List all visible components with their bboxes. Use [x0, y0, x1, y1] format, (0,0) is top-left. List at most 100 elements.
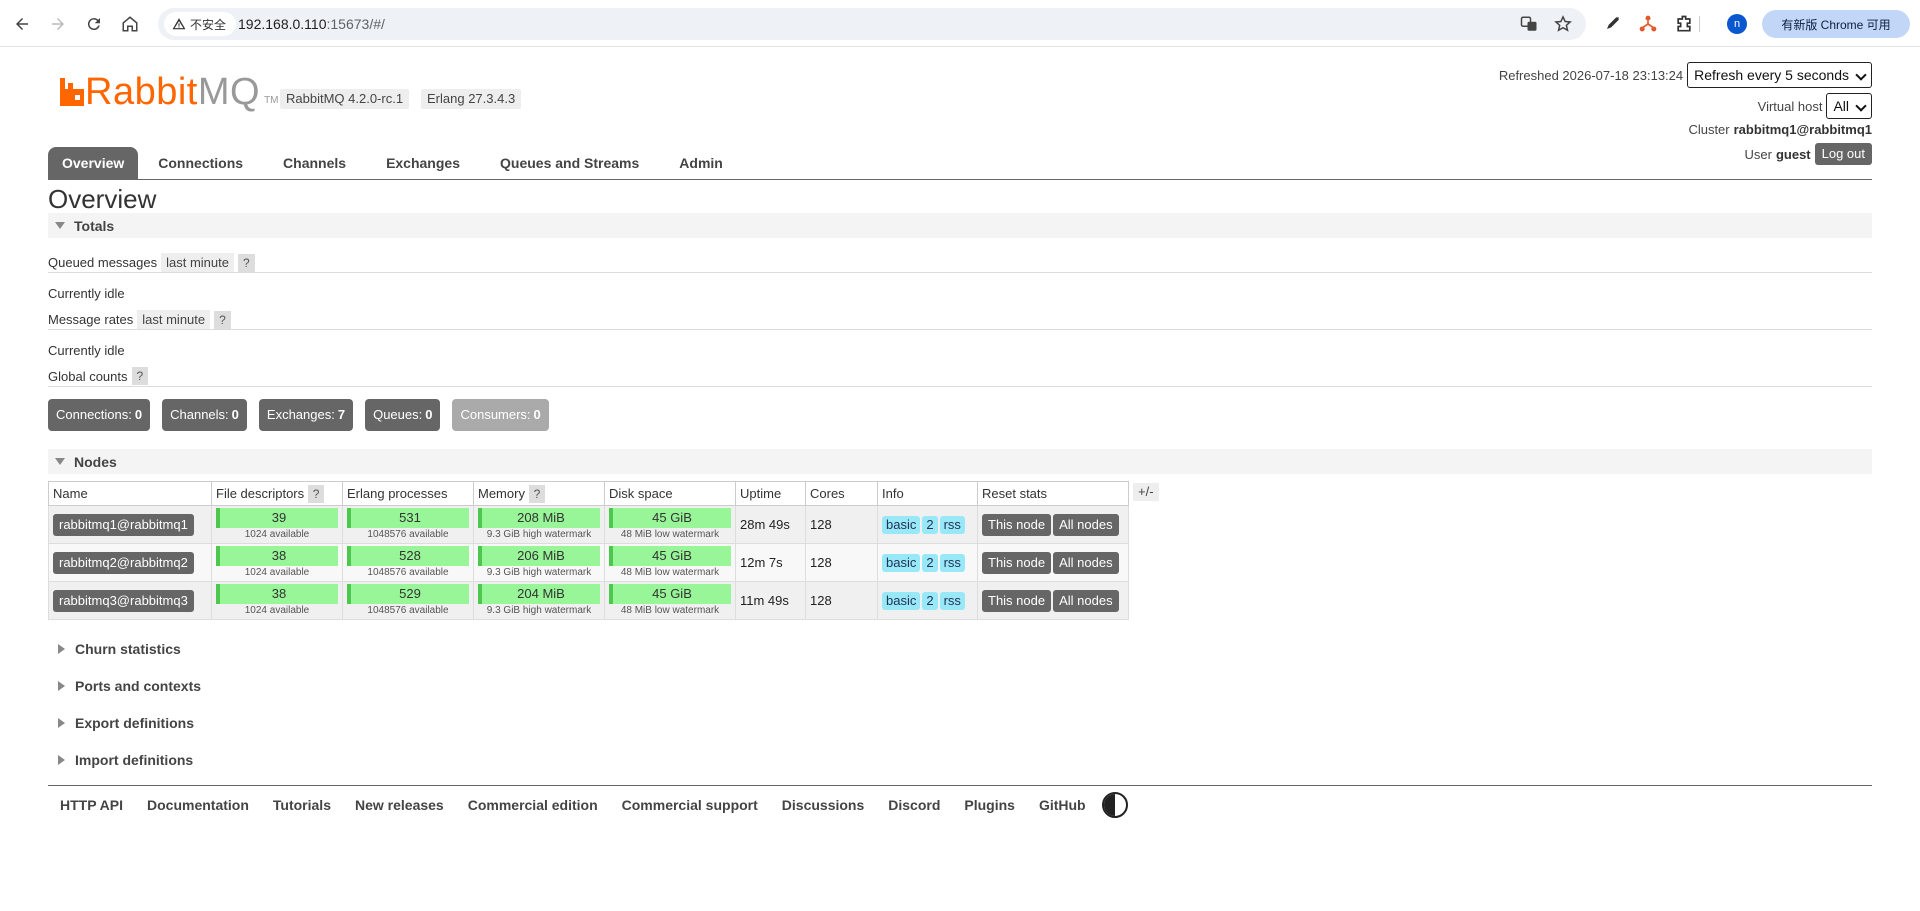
tab-admin[interactable]: Admin	[659, 147, 743, 179]
tab-channels[interactable]: Channels	[263, 147, 366, 179]
fd-cell: 38 1024 available	[211, 581, 343, 620]
reset-all-nodes-button[interactable]: All nodes	[1053, 589, 1119, 612]
footer-documentation[interactable]: Documentation	[147, 797, 249, 813]
queued-messages-help[interactable]: ?	[238, 253, 255, 272]
message-rates-help[interactable]: ?	[214, 310, 231, 329]
column-toggle-button[interactable]: +/-	[1133, 483, 1159, 501]
forward-icon[interactable]	[46, 12, 70, 36]
totals-section-toggle[interactable]: Totals	[48, 213, 1872, 238]
home-icon[interactable]	[118, 12, 142, 36]
nodes-section-toggle[interactable]: Nodes	[48, 449, 1872, 474]
memory-help[interactable]: ?	[528, 485, 546, 503]
import-definitions-toggle[interactable]: Import definitions	[48, 748, 193, 772]
node-name-link[interactable]: rabbitmq2@rabbitmq2	[53, 551, 194, 574]
reset-this-node-button[interactable]: This node	[982, 513, 1052, 536]
disk-cell: 45 GiB 48 MiB low watermark	[604, 505, 736, 544]
fd-meter: 39	[216, 508, 338, 528]
node-name-link[interactable]: rabbitmq3@rabbitmq3	[53, 589, 194, 612]
mem-cell: 204 MiB 9.3 GiB high watermark	[473, 581, 605, 620]
disk-meter: 45 GiB	[609, 546, 731, 566]
consumers-count[interactable]: Consumers: 0	[452, 399, 549, 431]
rabbitmq-logo-icon	[60, 78, 84, 106]
tab-overview[interactable]: Overview	[48, 147, 139, 179]
ports-and-contexts-toggle[interactable]: Ports and contexts	[48, 674, 201, 698]
eyedropper-icon[interactable]	[1602, 14, 1622, 34]
exchanges-count[interactable]: Exchanges: 7	[258, 399, 354, 431]
refreshed-timestamp: Refreshed 2026-07-18 23:13:24	[1498, 67, 1684, 83]
back-icon[interactable]	[10, 12, 34, 36]
queues-count[interactable]: Queues: 0	[365, 399, 441, 431]
queued-messages-label: Queued messages	[48, 255, 158, 270]
vhost-label: Virtual host	[1757, 98, 1823, 114]
browser-toolbar: 不安全 192.168.0.110:15673/#/ n 有新版 Chrome …	[0, 0, 1920, 47]
translate-icon[interactable]	[1520, 15, 1538, 33]
queued-idle-text: Currently idle	[48, 286, 125, 301]
toolbar-divider	[1699, 16, 1700, 32]
reset-all-nodes-button[interactable]: All nodes	[1053, 551, 1119, 574]
footer-discord[interactable]: Discord	[888, 797, 940, 813]
reload-icon[interactable]	[82, 12, 106, 36]
info-count: 2	[922, 591, 938, 610]
bookmark-star-icon[interactable]	[1554, 15, 1572, 33]
queued-messages-range[interactable]: last minute	[161, 253, 234, 272]
channels-count[interactable]: Channels: 0	[162, 399, 247, 431]
vhost-row: Virtual host All	[1758, 93, 1872, 119]
footer-commercial-edition[interactable]: Commercial edition	[468, 797, 598, 813]
chrome-update-button[interactable]: 有新版 Chrome 可用	[1762, 10, 1910, 38]
col-erlang-processes: Erlang processes	[342, 481, 474, 506]
tab-queues-and-streams[interactable]: Queues and Streams	[480, 147, 659, 179]
logout-button[interactable]: Log out	[1814, 143, 1872, 165]
theme-toggle-icon[interactable]	[1101, 792, 1128, 818]
table-row: rabbitmq2@rabbitmq2 38 1024 available 528…	[48, 543, 1129, 582]
footer-plugins[interactable]: Plugins	[964, 797, 1015, 813]
logo-trademark: TM	[264, 95, 279, 106]
footer-new-releases[interactable]: New releases	[355, 797, 444, 813]
disk-watermark: 48 MiB low watermark	[620, 605, 720, 616]
reset-all-nodes-button[interactable]: All nodes	[1053, 513, 1119, 536]
section-label: Import definitions	[75, 752, 194, 768]
global-counts-label: Global counts	[48, 368, 128, 384]
global-counts-help[interactable]: ?	[131, 367, 149, 385]
url-text[interactable]: 192.168.0.110:15673/#/	[238, 16, 385, 32]
info-rss: rss	[939, 553, 965, 572]
address-bar[interactable]: 不安全 192.168.0.110:15673/#/	[158, 8, 1586, 40]
footer-tutorials[interactable]: Tutorials	[273, 797, 331, 813]
file-descriptors-help[interactable]: ?	[307, 485, 325, 503]
disk-meter: 45 GiB	[609, 584, 731, 604]
fd-available: 1024 available	[244, 567, 310, 578]
section-label: Export definitions	[75, 715, 194, 731]
security-chip[interactable]: 不安全	[164, 12, 237, 36]
tab-connections[interactable]: Connections	[138, 147, 263, 179]
footer-http-api[interactable]: HTTP API	[60, 797, 123, 813]
nodes-header: Nodes	[74, 453, 117, 470]
refresh-interval-select[interactable]: Refresh every 5 seconds	[1687, 62, 1872, 88]
table-row: rabbitmq1@rabbitmq1 39 1024 available 531…	[48, 505, 1129, 544]
footer-discussions[interactable]: Discussions	[782, 797, 864, 813]
disk-watermark: 48 MiB low watermark	[620, 567, 720, 578]
export-definitions-toggle[interactable]: Export definitions	[48, 711, 194, 735]
footer-commercial-support[interactable]: Commercial support	[622, 797, 758, 813]
node-name-link[interactable]: rabbitmq1@rabbitmq1	[53, 513, 194, 536]
rabbitmq-logo[interactable]: RabbitMQ TM	[59, 72, 279, 112]
collapse-triangle-icon	[55, 458, 65, 465]
reset-this-node-button[interactable]: This node	[982, 551, 1052, 574]
message-rates-range[interactable]: last minute	[137, 310, 211, 329]
profile-avatar[interactable]: n	[1727, 14, 1747, 34]
tab-exchanges[interactable]: Exchanges	[366, 147, 480, 179]
extension-tree-icon[interactable]	[1638, 14, 1658, 34]
info-basic: basic	[882, 515, 921, 534]
reset-cell: This node All nodes	[977, 505, 1129, 544]
footer-github[interactable]: GitHub	[1039, 797, 1086, 813]
vhost-select[interactable]: All	[1826, 93, 1872, 119]
churn-statistics-toggle[interactable]: Churn statistics	[48, 637, 181, 661]
fd-cell: 39 1024 available	[211, 505, 343, 544]
reset-this-node-button[interactable]: This node	[982, 589, 1052, 612]
fd-cell: 38 1024 available	[211, 543, 343, 582]
proc-cell: 528 1048576 available	[342, 543, 474, 582]
extensions-puzzle-icon[interactable]	[1674, 14, 1694, 34]
proc-cell: 531 1048576 available	[342, 505, 474, 544]
fd-meter: 38	[216, 546, 338, 566]
connections-count[interactable]: Connections: 0	[48, 399, 151, 431]
proc-meter: 528	[347, 546, 469, 566]
mem-meter: 208 MiB	[478, 508, 600, 528]
